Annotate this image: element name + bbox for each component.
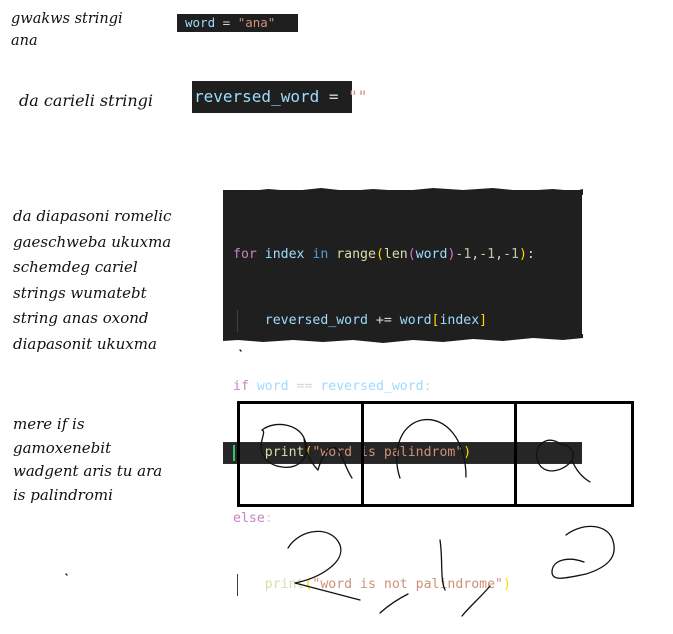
sketch-stroke <box>461 585 491 617</box>
sketch-stroke <box>439 539 446 591</box>
sketch-stroke <box>379 593 409 614</box>
sketch-stroke <box>551 525 615 579</box>
sketch-dot <box>65 573 68 576</box>
sketch-stroke <box>260 423 308 468</box>
sketch-stroke <box>396 418 467 479</box>
sketch-stroke <box>571 459 591 483</box>
hand-drawn-sketch <box>65 349 615 617</box>
sketch-stroke <box>536 439 574 472</box>
sketch-stroke <box>317 446 353 479</box>
sketch-stroke <box>287 530 361 601</box>
sketch-dot <box>239 349 242 352</box>
